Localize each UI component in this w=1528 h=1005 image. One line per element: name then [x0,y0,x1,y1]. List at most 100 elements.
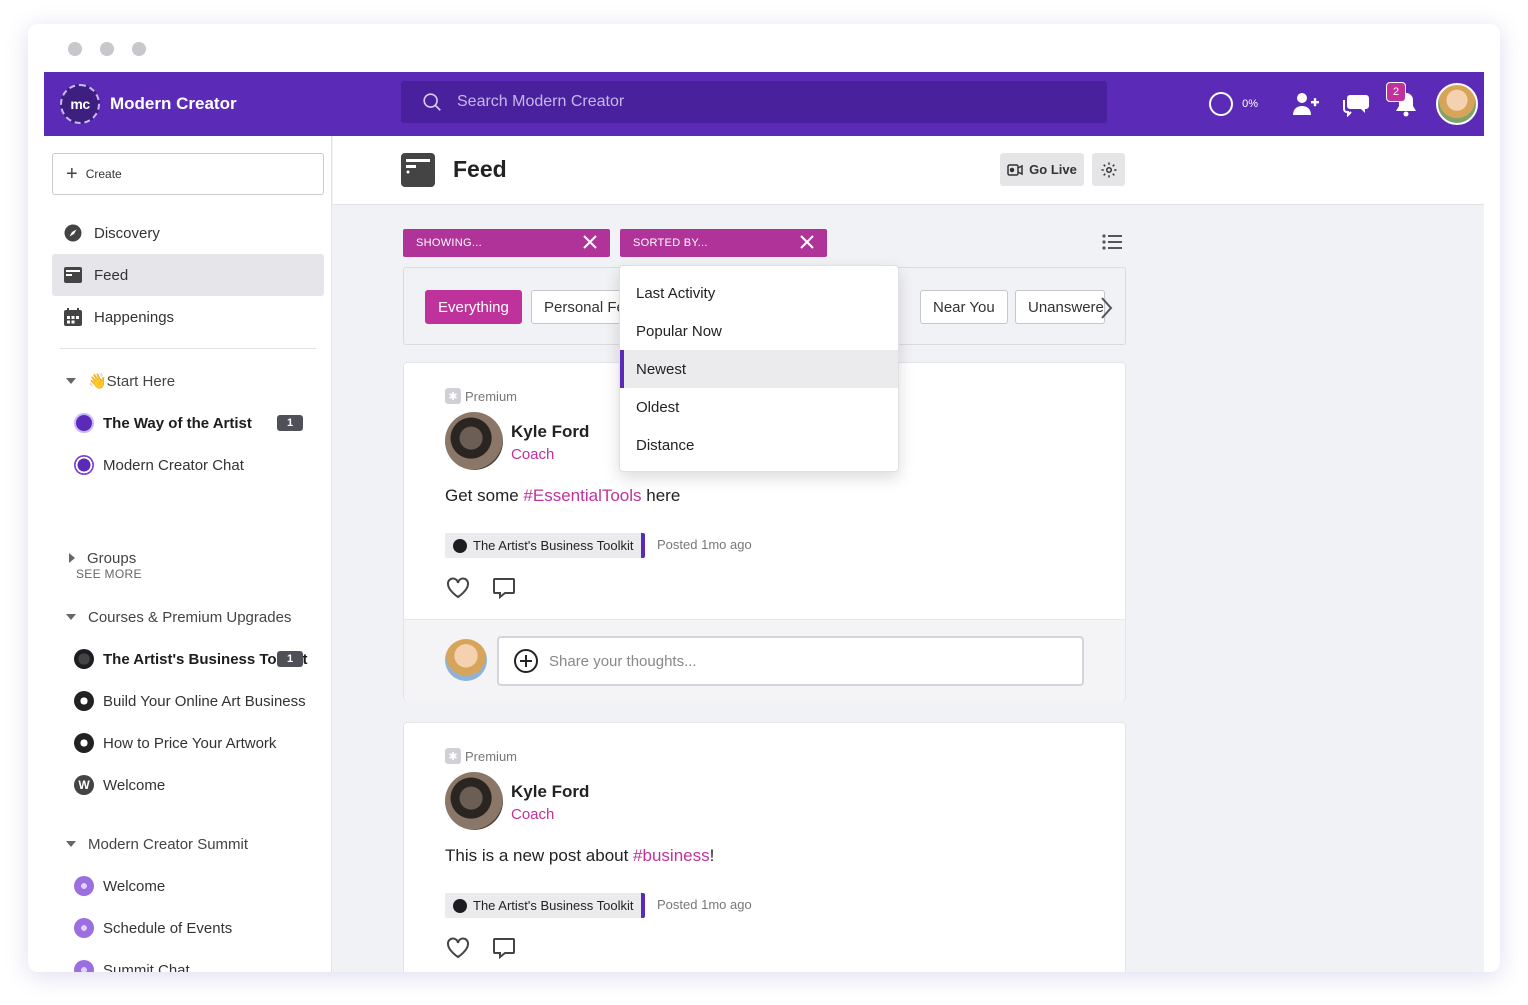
section-groups[interactable]: Groups [66,548,136,568]
filter-pill-everything[interactable]: Everything [425,290,522,324]
toolkit-space-icon [74,649,94,669]
view-toggle-button[interactable] [1097,227,1127,257]
sorted-by-filter-chip[interactable]: SORTED BY... [620,229,827,257]
sidebar-divider [60,348,316,349]
sidebar-item-discovery[interactable]: Discovery [52,212,324,254]
video-camera-icon [1007,163,1023,176]
feed-icon [401,153,435,187]
sort-dropdown-menu: Last Activity Popular Now Newest Oldest … [619,265,899,472]
space-label: Welcome [103,877,166,895]
hashtag-link[interactable]: #business [633,846,710,865]
window-maximize-dot[interactable] [132,42,146,56]
brand[interactable]: mc Modern Creator [60,82,237,126]
hashtag-link[interactable]: #EssentialTools [523,486,641,505]
section-courses[interactable]: Courses & Premium Upgrades [66,607,291,627]
post-body: Get some #EssentialTools here [445,486,680,506]
progress-indicator[interactable]: 0% [1209,92,1258,116]
window-chrome [28,24,1500,72]
window-close-dot[interactable] [68,42,82,56]
progress-text: 0% [1242,98,1258,110]
notifications-button[interactable]: 2 [1386,82,1426,124]
comment-field[interactable] [497,636,1084,686]
sidebar-item-feed[interactable]: Feed [52,254,324,296]
sorted-label: SORTED BY... [633,237,708,249]
filter-pill-unanswered[interactable]: Unanswered [1015,290,1105,324]
space-icon [453,538,467,553]
invite-member-button[interactable] [1286,84,1326,124]
calendar-icon [64,308,82,326]
premium-text: Premium [465,388,518,404]
space-item-artists-business-toolkit[interactable]: The Artist's Business Toolkit 1 [74,647,319,671]
summit-space-icon [74,918,94,938]
window-minimize-dot[interactable] [100,42,114,56]
sort-option-oldest[interactable]: Oldest [620,388,898,426]
filter-pill-near-you[interactable]: Near You [920,290,1008,324]
section-title: Courses & Premium Upgrades [88,608,292,626]
space-item-schedule-of-events[interactable]: Schedule of Events [74,916,319,940]
premium-text: Premium [465,748,518,764]
feed-icon [64,266,82,284]
showing-filter-chip[interactable]: SHOWING... [403,229,610,257]
sidebar-item-label: Discovery [94,224,160,242]
starburst-space-icon [74,733,94,753]
chat-space-icon [74,455,94,475]
see-more-link[interactable]: SEE MORE [76,567,142,581]
space-tag-label: The Artist's Business Toolkit [473,898,634,913]
space-label: Summit Chat [103,961,190,973]
comment-icon[interactable] [491,575,517,601]
comment-icon[interactable] [491,935,517,961]
space-tag[interactable]: The Artist's Business Toolkit [445,533,646,558]
app: mc Modern Creator 0% [44,72,1484,972]
post-text: This is a new post about [445,846,634,865]
sort-option-newest[interactable]: Newest [620,350,898,388]
gear-icon [1101,162,1116,177]
sort-option-last-activity[interactable]: Last Activity [620,274,898,312]
sidebar-item-label: Feed [94,266,129,284]
create-label: Create [85,167,122,181]
author-avatar[interactable] [445,412,503,470]
space-item-build-online-art-business[interactable]: Build Your Online Art Business [74,689,319,713]
premium-label: ✱ Premium [445,388,517,404]
heart-icon[interactable] [445,935,471,961]
caret-down-icon [66,841,76,847]
summit-space-icon [74,960,94,972]
close-icon[interactable] [582,234,598,250]
w-space-icon: W [74,775,94,795]
mc-space-icon [74,413,94,433]
user-avatar[interactable] [1436,83,1478,125]
messages-button[interactable] [1336,84,1376,124]
page-title: Feed [453,156,507,182]
summit-space-icon [74,876,94,896]
space-item-price-your-artwork[interactable]: How to Price Your Artwork [74,731,319,755]
author-name[interactable]: Kyle Ford [511,782,589,802]
author-avatar[interactable] [445,772,503,830]
sidebar-item-happenings[interactable]: Happenings [52,296,324,338]
progress-ring-icon [1209,92,1234,116]
sort-option-distance[interactable]: Distance [620,426,898,464]
section-summit[interactable]: Modern Creator Summit [66,834,248,854]
space-item-welcome[interactable]: W Welcome [74,773,319,797]
feed-settings-button[interactable] [1092,153,1125,186]
heart-icon[interactable] [445,575,471,601]
main-content: Feed Go Live SHOWING... SORTED BY... Eve… [333,136,1484,972]
space-item-the-way-of-the-artist[interactable]: The Way of the Artist 1 [74,411,319,435]
space-label: The Way of the Artist [103,414,252,432]
unread-count: 1 [277,651,303,667]
sidebar: + Create Discovery Feed Happenings 👋Star… [44,136,332,972]
close-icon[interactable] [799,234,815,250]
browser-window: mc Modern Creator 0% [28,24,1500,972]
comment-input[interactable] [549,652,1049,670]
sort-option-popular-now[interactable]: Popular Now [620,312,898,350]
section-start-here[interactable]: 👋Start Here [66,371,175,391]
space-item-modern-creator-chat[interactable]: Modern Creator Chat [74,453,319,477]
add-circle-icon[interactable] [513,648,539,674]
comment-composer [404,619,1125,701]
space-tag[interactable]: The Artist's Business Toolkit [445,893,646,918]
space-item-summit-chat[interactable]: Summit Chat [74,958,319,972]
search-input[interactable] [457,93,1057,111]
go-live-button[interactable]: Go Live [1000,153,1084,186]
author-name[interactable]: Kyle Ford [511,422,589,442]
create-button[interactable]: + Create [52,153,324,195]
space-item-summit-welcome[interactable]: Welcome [74,874,319,898]
chevron-right-icon[interactable] [1099,296,1113,320]
